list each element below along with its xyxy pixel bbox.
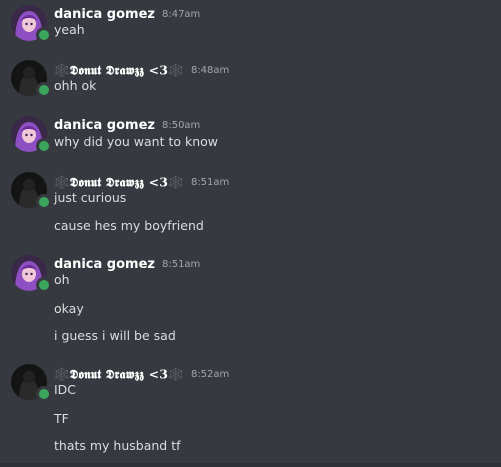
avatar[interactable]	[11, 60, 52, 98]
online-status-icon	[36, 194, 52, 210]
avatar[interactable]	[11, 116, 52, 154]
timestamp: 8:47am	[161, 9, 201, 20]
message-text: i guess i will be sad	[54, 328, 176, 343]
message-header: 🕸️𝕯𝖔𝖓𝖚𝖙 𝕯𝖗𝖆𝖜𝖟𝖟 <3🕸️ 8:52am	[54, 364, 229, 384]
message-text: okay	[54, 301, 84, 316]
message-text: cause hes my boyfriend	[54, 218, 204, 233]
timestamp: 8:48am	[190, 65, 230, 76]
chat-messages: danica gomez 8:47am yeah 🕸️𝕯𝖔𝖓𝖚𝖙 𝕯𝖗𝖆𝖜𝖟𝖟 <…	[0, 0, 501, 467]
message-text: oh	[54, 272, 70, 287]
message-header: 🕸️𝕯𝖔𝖓𝖚𝖙 𝕯𝖗𝖆𝖜𝖟𝖟 <3🕸️ 8:51am	[54, 172, 229, 192]
timestamp: 8:50am	[161, 120, 201, 131]
avatar[interactable]	[11, 172, 52, 210]
message-header: danica gomez 8:47am	[54, 4, 200, 24]
username[interactable]: danica gomez	[54, 257, 155, 272]
online-status-icon	[36, 386, 52, 402]
message-text: thats my husband tf	[54, 438, 181, 453]
avatar[interactable]	[11, 5, 52, 43]
bottom-divider	[0, 463, 501, 467]
username[interactable]: danica gomez	[54, 118, 155, 133]
message-header: danica gomez 8:50am	[54, 115, 200, 135]
online-status-icon	[36, 277, 52, 293]
username[interactable]: danica gomez	[54, 7, 155, 22]
online-status-icon	[36, 82, 52, 98]
username[interactable]: 🕸️𝕯𝖔𝖓𝖚𝖙 𝕯𝖗𝖆𝖜𝖟𝖟 <3🕸️	[54, 175, 184, 190]
message-header: 🕸️𝕯𝖔𝖓𝖚𝖙 𝕯𝖗𝖆𝖜𝖟𝖟 <3🕸️ 8:48am	[54, 60, 229, 80]
username[interactable]: 🕸️𝕯𝖔𝖓𝖚𝖙 𝕯𝖗𝖆𝖜𝖟𝖟 <3🕸️	[54, 367, 184, 382]
message-text: just curious	[54, 190, 127, 205]
timestamp: 8:52am	[190, 369, 230, 380]
avatar[interactable]	[11, 255, 52, 293]
online-status-icon	[36, 27, 52, 43]
message-text: yeah	[54, 22, 85, 37]
timestamp: 8:51am	[161, 259, 201, 270]
message-text: why did you want to know	[54, 134, 219, 149]
message-header: danica gomez 8:51am	[54, 254, 200, 274]
message-text: ohh ok	[54, 78, 97, 93]
message-text: IDC	[54, 382, 77, 397]
avatar[interactable]	[11, 364, 52, 402]
online-status-icon	[36, 138, 52, 154]
username[interactable]: 🕸️𝕯𝖔𝖓𝖚𝖙 𝕯𝖗𝖆𝖜𝖟𝖟 <3🕸️	[54, 63, 184, 78]
timestamp: 8:51am	[190, 177, 230, 188]
message-text: TF	[54, 411, 69, 426]
